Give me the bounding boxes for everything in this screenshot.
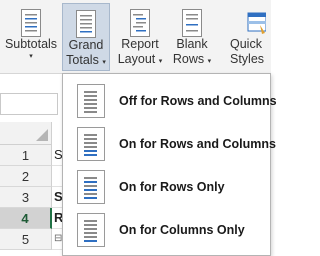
- report-layout-label-line2: Layout ▾: [117, 52, 163, 66]
- quick-styles-label-line2: Styles: [230, 52, 265, 66]
- ribbon: Subtotals ▾ Grand Totals ▾ Report Layout…: [0, 0, 271, 74]
- row-header-3[interactable]: 3: [0, 187, 52, 208]
- subtotals-button[interactable]: Subtotals ▾: [2, 3, 60, 71]
- subtotals-label: Subtotals: [4, 37, 58, 51]
- menu-item-off-rows-columns[interactable]: Off for Rows and Columns: [77, 82, 277, 120]
- blank-rows-label-line1: Blank: [176, 37, 208, 51]
- report-layout-caret-icon: ▾: [158, 58, 163, 65]
- select-all-triangle-icon: [36, 129, 48, 141]
- grand-totals-columns-only-icon: [77, 213, 105, 247]
- menu-item-label: On for Rows Only: [119, 180, 225, 194]
- row-header-5[interactable]: 5: [0, 229, 52, 250]
- subtotals-caret-icon: ▾: [29, 53, 33, 60]
- blank-rows-icon: [182, 9, 202, 37]
- blank-rows-button[interactable]: Blank Rows ▾: [170, 3, 214, 71]
- grand-totals-button[interactable]: Grand Totals ▾: [62, 3, 110, 71]
- select-all-corner[interactable]: [0, 122, 52, 145]
- menu-item-on-rows-columns[interactable]: On for Rows and Columns: [77, 125, 276, 163]
- grand-totals-on-rows-cols-icon: [77, 127, 105, 161]
- blank-rows-caret-icon: ▾: [207, 58, 212, 65]
- menu-item-label: Off for Rows and Columns: [119, 94, 277, 108]
- report-layout-icon: [130, 9, 150, 37]
- blank-rows-label-line2: Rows ▾: [172, 52, 212, 66]
- report-layout-label-line1: Report: [121, 37, 159, 51]
- name-box[interactable]: [0, 93, 58, 115]
- row-header-2[interactable]: 2: [0, 166, 52, 187]
- grand-totals-icon: [76, 10, 96, 38]
- menu-item-label: On for Rows and Columns: [119, 137, 276, 151]
- menu-item-label: On for Columns Only: [119, 223, 245, 237]
- quick-styles-icon: [247, 12, 266, 34]
- grand-totals-off-icon: [77, 84, 105, 118]
- row-header-1[interactable]: 1: [0, 145, 52, 166]
- menu-item-on-rows-only[interactable]: On for Rows Only: [77, 168, 225, 206]
- subtotals-icon: [21, 9, 41, 37]
- report-layout-button[interactable]: Report Layout ▾: [113, 3, 167, 71]
- grand-totals-menu: Off for Rows and Columns On for Rows and…: [62, 73, 277, 256]
- quick-styles-label-line1: Quick: [230, 37, 262, 51]
- menu-item-on-columns-only[interactable]: On for Columns Only: [77, 211, 245, 249]
- quick-styles-button[interactable]: Quick Styles: [228, 3, 271, 71]
- grand-totals-caret-icon: ▾: [102, 59, 106, 66]
- grand-totals-label-line2: Totals ▾: [66, 53, 106, 67]
- grand-totals-rows-only-icon: [77, 170, 105, 204]
- row-header-4[interactable]: 4: [0, 208, 52, 229]
- grand-totals-label-line1: Grand: [68, 38, 104, 52]
